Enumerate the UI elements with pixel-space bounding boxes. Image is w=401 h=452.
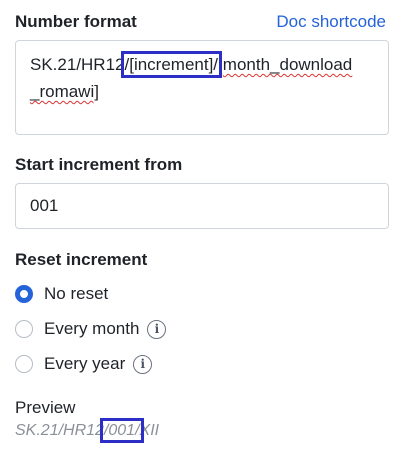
number-format-textarea[interactable]: SK.21/HR12/[increment]/ month_download _… <box>15 40 389 135</box>
radio-label: No reset <box>44 284 109 303</box>
preview-value: SK.21/HR12/001/XII <box>15 418 160 443</box>
info-circle-icon[interactable]: i <box>133 354 153 374</box>
radio-button[interactable] <box>15 285 33 303</box>
format-prefix: SK.21/HR12 <box>30 55 125 74</box>
preview-suffix: XII <box>139 422 160 439</box>
number-format-header: Number format Doc shortcode <box>15 10 386 34</box>
preview-label: Preview <box>15 398 76 417</box>
number-format-label: Number format <box>15 12 137 31</box>
radio-button[interactable] <box>15 320 33 338</box>
format-rest-line1: month_download <box>222 55 353 74</box>
preview-prefix: SK.21/HR12 <box>15 422 104 439</box>
start-increment-input[interactable]: 001 <box>15 183 389 229</box>
radio-button[interactable] <box>15 355 33 373</box>
start-increment-label: Start increment from <box>15 155 183 174</box>
reset-increment-label: Reset increment <box>15 250 148 269</box>
radio-label: Every month <box>44 319 140 338</box>
radio-option-no-reset[interactable]: No reset <box>15 281 108 307</box>
number-format-settings: Number format Doc shortcode SK.21/HR12/[… <box>0 0 401 452</box>
info-circle-icon[interactable]: i <box>147 319 167 339</box>
radio-option-every-year[interactable]: Every year i <box>15 351 153 377</box>
start-increment-value: 001 <box>30 196 59 215</box>
format-rest-line2: _romawi] <box>30 82 99 101</box>
preview-increment-token: /001/ <box>99 418 144 443</box>
radio-label: Every year <box>44 354 126 373</box>
format-increment-token: /[increment]/ <box>120 51 223 78</box>
radio-option-every-month[interactable]: Every month i <box>15 316 167 342</box>
doc-shortcode-link[interactable]: Doc shortcode <box>276 12 386 32</box>
